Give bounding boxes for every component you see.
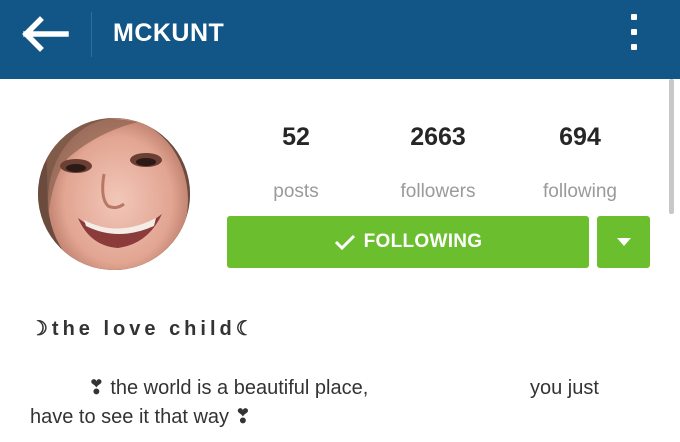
profile-photo: [38, 118, 190, 270]
page-title: MCKUNT: [113, 19, 225, 47]
stat-followers[interactable]: 2663 followers: [378, 122, 498, 204]
avatar[interactable]: [38, 118, 190, 270]
bio-line-2: have to see it that way ❣: [30, 406, 252, 428]
topbar-divider: [91, 12, 92, 57]
arrow-left-icon: [22, 16, 69, 52]
bio-line-1-start: ❣ the world is a beautiful place,: [88, 377, 369, 399]
followers-label: followers: [400, 181, 476, 202]
back-button[interactable]: [20, 14, 72, 54]
profile-full-name: ☽the love child☾: [30, 318, 258, 340]
stat-following[interactable]: 694 following: [520, 122, 640, 204]
more-vertical-icon: [624, 14, 644, 50]
following-button[interactable]: FOLLOWING: [227, 216, 589, 268]
caret-down-icon: [617, 238, 631, 246]
scrollbar[interactable]: [669, 79, 674, 214]
bio-line-1-end: you just: [530, 377, 599, 399]
posts-count: 52: [282, 123, 310, 151]
following-label: following: [543, 181, 617, 202]
posts-label: posts: [273, 181, 319, 202]
top-bar: MCKUNT: [0, 0, 680, 79]
checkmark-icon: [334, 234, 355, 251]
following-count: 694: [559, 123, 601, 151]
following-button-label: FOLLOWING: [363, 231, 483, 252]
overflow-menu-button[interactable]: [624, 14, 644, 58]
stat-posts[interactable]: 52 posts: [256, 122, 336, 204]
followers-count: 2663: [410, 123, 466, 151]
suggestions-dropdown-button[interactable]: [597, 216, 650, 268]
